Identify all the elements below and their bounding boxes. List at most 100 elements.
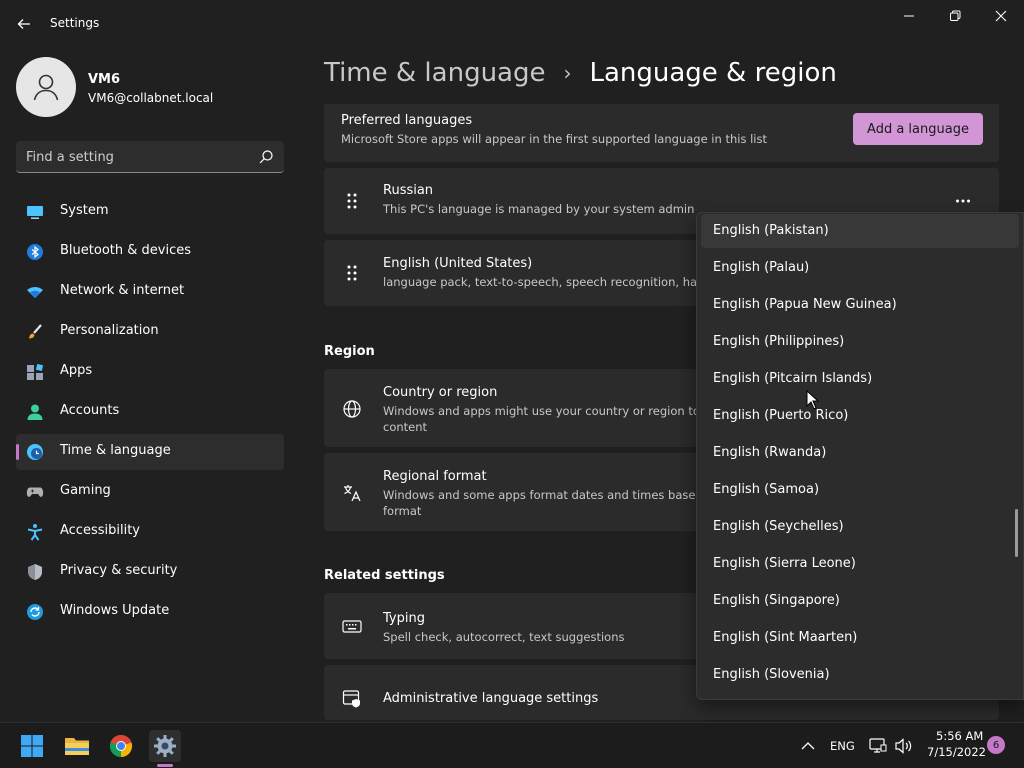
sidebar-item-time-language[interactable]: Time & language bbox=[16, 434, 284, 470]
preferred-languages-subtitle: Microsoft Store apps will appear in the … bbox=[341, 132, 767, 146]
chrome-button[interactable] bbox=[105, 730, 137, 762]
dropdown-item-label: English (Pakistan) bbox=[713, 223, 829, 238]
search-box[interactable] bbox=[16, 141, 284, 173]
sidebar-item-label: Privacy & security bbox=[60, 563, 178, 578]
sidebar-item-label: Network & internet bbox=[60, 283, 185, 298]
file-explorer-button[interactable] bbox=[61, 730, 93, 762]
breadcrumb-parent[interactable]: Time & language bbox=[324, 58, 545, 88]
sidebar-item-label: Personalization bbox=[60, 323, 159, 338]
dropdown-item[interactable]: English (Samoa) bbox=[701, 473, 1019, 507]
typing-subtitle: Spell check, autocorrect, text suggestio… bbox=[383, 630, 625, 644]
admin-language-settings-title: Administrative language settings bbox=[383, 691, 599, 706]
dropdown-item-label: English (Puerto Rico) bbox=[713, 408, 849, 423]
sidebar-item-gaming[interactable]: Gaming bbox=[16, 474, 284, 510]
dropdown-item[interactable]: English (Palau) bbox=[701, 251, 1019, 285]
volume-tray-button[interactable] bbox=[892, 730, 916, 762]
language-detail: This PC's language is managed by your sy… bbox=[383, 202, 695, 216]
sidebar-item-personalization[interactable]: Personalization bbox=[16, 314, 284, 350]
sidebar-item-label: Accounts bbox=[60, 403, 120, 418]
page-title: Language & region bbox=[589, 58, 837, 88]
language-detail: language pack, text-to-speech, speech re… bbox=[383, 275, 722, 289]
language-name: English (United States) bbox=[383, 256, 533, 271]
taskbar: ENG 5:56 AM 7/15/2022 bbox=[0, 722, 1024, 768]
settings-taskbar-button[interactable] bbox=[149, 730, 181, 762]
dropdown-item[interactable]: English (Pitcairn Islands) bbox=[701, 362, 1019, 396]
sidebar-item-label: Apps bbox=[60, 363, 93, 378]
dropdown-item[interactable]: English (Philippines) bbox=[701, 325, 1019, 359]
folder-icon bbox=[65, 738, 89, 755]
minimize-button[interactable] bbox=[886, 0, 932, 32]
related-settings-title: Related settings bbox=[324, 568, 445, 583]
network-tray-button[interactable] bbox=[866, 730, 890, 762]
dropdown-item-label: English (Philippines) bbox=[713, 334, 845, 349]
back-arrow-icon bbox=[17, 19, 30, 29]
globe-icon bbox=[343, 400, 361, 418]
dropdown-item-label: English (Sint Maarten) bbox=[713, 630, 858, 645]
dropdown-item-label: English (Singapore) bbox=[713, 593, 840, 608]
system-icon bbox=[27, 206, 43, 219]
title-bar: Settings bbox=[0, 0, 1024, 48]
sidebar-item-windows-update[interactable]: Windows Update bbox=[16, 594, 284, 630]
dropdown-item[interactable]: English (Slovenia) bbox=[701, 658, 1019, 692]
sidebar-item-label: Time & language bbox=[60, 443, 171, 458]
dropdown-item[interactable]: English (Seychelles) bbox=[701, 510, 1019, 544]
admin-settings-icon bbox=[342, 690, 360, 708]
dropdown-item[interactable]: English (Rwanda) bbox=[701, 436, 1019, 470]
start-button[interactable] bbox=[16, 730, 48, 762]
notification-badge[interactable]: 6 bbox=[987, 736, 1005, 754]
input-language-indicator[interactable]: ENG bbox=[830, 739, 855, 753]
sidebar-item-system[interactable]: System bbox=[16, 194, 284, 230]
dropdown-item-label: English (Papua New Guinea) bbox=[713, 297, 897, 312]
dropdown-item[interactable]: English (Sint Maarten) bbox=[701, 621, 1019, 655]
sidebar-nav: System Bluetooth & devices Network & int… bbox=[16, 194, 284, 634]
windows-start-icon bbox=[21, 735, 43, 757]
country-region-title: Country or region bbox=[383, 385, 498, 400]
sidebar-item-label: Gaming bbox=[60, 483, 111, 498]
sidebar-item-bluetooth[interactable]: Bluetooth & devices bbox=[16, 234, 284, 270]
drag-handle-icon[interactable] bbox=[342, 263, 362, 283]
sidebar-item-accounts[interactable]: Accounts bbox=[16, 394, 284, 430]
sidebar-item-network[interactable]: Network & internet bbox=[16, 274, 284, 310]
close-button[interactable] bbox=[978, 0, 1024, 32]
mouse-cursor-icon bbox=[806, 390, 820, 410]
wifi-icon bbox=[27, 287, 43, 298]
sidebar-item-privacy[interactable]: Privacy & security bbox=[16, 554, 284, 590]
restore-icon bbox=[950, 10, 961, 21]
dropdown-item-label: English (Seychelles) bbox=[713, 519, 844, 534]
dropdown-item[interactable]: English (Pakistan) bbox=[701, 214, 1019, 248]
close-icon bbox=[995, 10, 1007, 22]
dropdown-item[interactable]: English (Sierra Leone) bbox=[701, 547, 1019, 581]
back-button[interactable] bbox=[8, 8, 40, 40]
country-region-dropdown[interactable]: English (Pakistan) English (Palau) Engli… bbox=[696, 212, 1024, 700]
dropdown-scrollbar[interactable] bbox=[1015, 509, 1018, 557]
chrome-icon bbox=[109, 734, 133, 758]
add-language-button[interactable]: Add a language bbox=[853, 113, 983, 145]
dropdown-item[interactable]: English (Papua New Guinea) bbox=[701, 288, 1019, 322]
keyboard-icon bbox=[342, 620, 362, 633]
search-input[interactable] bbox=[26, 147, 246, 167]
gamepad-icon bbox=[26, 487, 44, 497]
region-section-title: Region bbox=[324, 344, 375, 359]
tray-overflow-button[interactable] bbox=[796, 730, 820, 762]
clock-time[interactable]: 5:56 AM bbox=[936, 729, 983, 743]
more-options-button[interactable] bbox=[950, 188, 976, 214]
restore-button[interactable] bbox=[932, 0, 978, 32]
sidebar-item-accessibility[interactable]: Accessibility bbox=[16, 514, 284, 550]
drag-handle-icon[interactable] bbox=[342, 191, 362, 211]
clock-date[interactable]: 7/15/2022 bbox=[927, 745, 986, 759]
sidebar-item-apps[interactable]: Apps bbox=[16, 354, 284, 390]
dropdown-item[interactable]: English (Puerto Rico) bbox=[701, 399, 1019, 433]
breadcrumb: Time & language › Language & region bbox=[324, 58, 837, 88]
avatar[interactable] bbox=[16, 57, 76, 117]
dropdown-item-label: English (Palau) bbox=[713, 260, 810, 275]
dropdown-item[interactable]: English (Singapore) bbox=[701, 584, 1019, 618]
apps-icon bbox=[27, 363, 44, 380]
search-icon[interactable] bbox=[258, 149, 274, 165]
regional-format-subtitle-line2: format bbox=[383, 504, 422, 518]
chevron-up-icon bbox=[801, 742, 815, 750]
sidebar-item-label: System bbox=[60, 203, 109, 218]
dropdown-item-label: English (Sierra Leone) bbox=[713, 556, 856, 571]
app-title: Settings bbox=[50, 16, 100, 30]
shield-icon bbox=[28, 564, 42, 580]
breadcrumb-separator: › bbox=[563, 61, 572, 85]
